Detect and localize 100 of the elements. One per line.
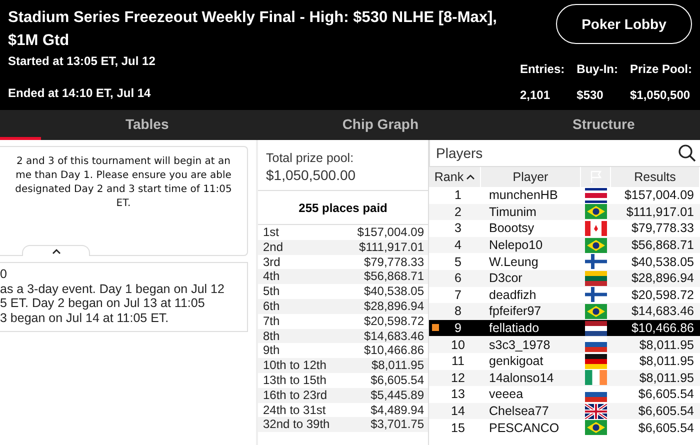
place-cell: 3rd [263,254,280,270]
flag-icon [585,254,607,270]
notice-text: designated Day 2 and 3 start time of 11:05 [15,183,232,197]
place-cell: 16th to 23rd [263,388,328,403]
caret-icon [52,248,60,254]
player-row[interactable]: 12 14alonso14 $8,011.95 [429,370,700,386]
start-time: Started at 13:05 ET, Jul 12 [8,54,156,68]
rank-cell-text: 12 [450,370,465,385]
prize-cell: $3,701.75 [370,417,424,432]
prize-cell: $79,778.33 [364,254,424,270]
place-cell: 7th [263,314,280,329]
flag-icon [585,204,607,220]
result-cell-text: $79,778.33 [631,221,695,236]
flag-icon [585,404,607,419]
prize-cell: $14,683.46 [364,328,424,344]
flag-icon [585,188,607,203]
result-cell-text: $56,868.71 [631,238,695,252]
info-text: 5 ET. Day 2 began on Jul 13 at 11:05 [0,296,206,310]
player-row[interactable]: 2 Timunim $111,917.01 [429,204,700,220]
prize-cell: $10,466.86 [364,343,424,358]
flag-icon [585,370,607,386]
result-cell-text: $111,917.01 [626,204,695,219]
player-row[interactable]: 8 fpfeifer97 $14,683.46 [429,303,700,320]
flag-icon [585,337,607,352]
rank-cell-text: 8 [454,304,462,318]
collapse-tab[interactable] [22,245,90,256]
flag-icon [585,238,607,253]
player-row[interactable]: 7 deadfizh $20,598.72 [429,286,700,304]
player-name: fellatiado [488,321,540,336]
sort-caret-icon [466,174,475,180]
notice-text: me than Day 1. Please ensure you are able [16,169,232,183]
players-title: Players [436,145,483,161]
place-cell: 4th [263,269,280,284]
result-cell-text: $40,538.05 [631,254,695,269]
rank-cell-text: 15 [450,420,465,435]
player-row[interactable]: 10 s3c3_1978 $8,011.95 [429,336,700,353]
player-row[interactable]: 6 D3cor $28,896.94 [429,270,700,287]
stat-label: Entries: [520,62,565,76]
info-text: 0 [0,267,8,282]
player-name: genkigoat [488,354,544,368]
rank-cell-text: 14 [450,404,465,418]
tournament-title: Stadium Series Freezeout Weekly Final - High: $530 NLHE [8-Max], $1M Gtd [8,8,498,51]
result-cell-text: $8,011.95 [639,338,695,352]
result-cell-text: $14,683.46 [631,304,695,318]
info-text: as a 3-day event. Day 1 began on Jul 12 [0,282,226,296]
poker-lobby-button[interactable]: Poker Lobby [556,4,692,44]
player-row[interactable]: 9 fellatiado $10,466.86 [429,320,700,336]
player-name: W.Leung [488,254,538,269]
player-row[interactable]: 14 Chelsea77 $6,605.54 [429,402,700,420]
place-cell: 8th [263,328,280,344]
rank-cell-text: 6 [454,271,462,286]
player-name: Timunim [488,204,536,219]
flag-icon [585,320,607,336]
stat-label: Buy-In: [576,62,618,76]
rank-cell-text: 4 [454,238,462,252]
end-time: Ended at 14:10 ET, Jul 14 [8,86,152,100]
prize-cell: $5,445.89 [370,388,424,403]
info-text: 3 began on Jul 14 at 11:05 ET. [0,310,170,325]
player-name: Chelsea77 [488,404,549,418]
player-name: Boootsy [488,221,534,236]
flag-icon [585,220,607,236]
rank-cell-text: 13 [450,387,465,402]
total-prize-label: Total prize pool: [266,150,355,167]
player-row[interactable]: 4 Nelepo10 $56,868.71 [429,236,700,254]
player-name: veeea [488,387,524,402]
place-cell: 6th [263,298,280,314]
place-cell: 9th [263,343,280,358]
place-cell: 24th to 31st [263,402,326,418]
flag-icon [585,304,607,319]
result-cell-text: $8,011.95 [639,354,695,368]
rank-cell-text: 2 [454,204,462,219]
notice-text: 2 and 3 of this tournament will begin at an [16,155,230,169]
flag-icon [585,270,607,286]
player-name: D3cor [488,271,522,286]
result-cell-text: $6,605.54 [638,387,695,402]
player-name: fpfeifer97 [488,304,542,318]
prize-cell: $28,896.94 [364,298,424,314]
prize-cell: $111,917.01 [359,240,424,255]
player-name: Nelepo10 [488,238,543,252]
place-cell: 32nd to 39th [263,417,330,432]
prize-cell: $8,011.95 [372,358,424,373]
rank-cell-text: 11 [450,354,464,368]
tab[interactable]: Tables [40,110,254,140]
prize-cell: $40,538.05 [364,284,424,299]
place-cell: 2nd [263,240,284,255]
search-icon[interactable] [678,144,696,162]
result-cell-text: $157,004.09 [624,188,695,202]
place-cell: 13th to 15th [263,372,326,388]
rank-cell-text: 5 [454,254,462,269]
stat-value: 2,101 [520,88,551,102]
prize-cell: $56,868.71 [364,269,424,284]
prize-cell: $6,605.54 [370,372,424,388]
tab[interactable]: Chip Graph [254,110,508,140]
rank-cell-text: 3 [454,221,462,236]
tab[interactable]: Structure [507,110,700,140]
prize-cell: $20,598.72 [364,314,424,329]
prize-cell: $157,004.09 [357,225,424,240]
place-cell: 5th [263,284,280,299]
rank-cell-text: 7 [454,288,462,302]
player-name: PESCANCO [488,420,560,435]
